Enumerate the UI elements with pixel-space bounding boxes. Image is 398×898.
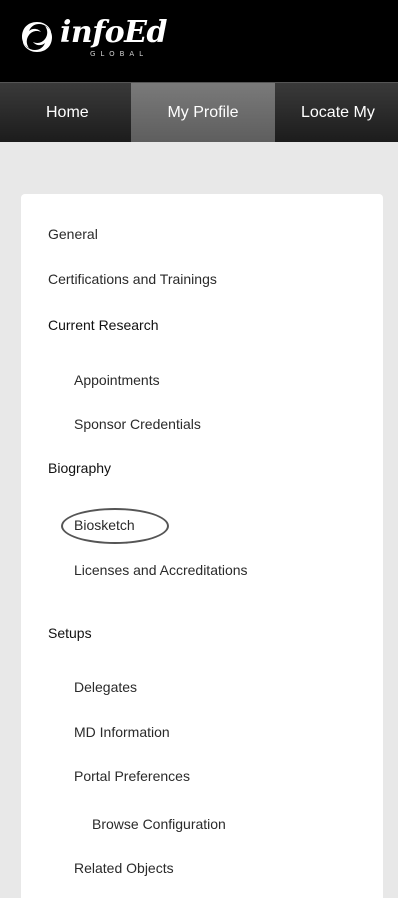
menu-md-information[interactable]: MD Information	[74, 723, 170, 741]
menu-appointments[interactable]: Appointments	[74, 371, 160, 389]
menu-portal-preferences[interactable]: Portal Preferences	[74, 767, 190, 785]
nav-home[interactable]: Home	[46, 83, 89, 142]
menu-licenses-and-accreditations[interactable]: Licenses and Accreditations	[74, 561, 248, 579]
menu-delegates[interactable]: Delegates	[74, 678, 137, 696]
menu-current-research[interactable]: Current Research	[48, 316, 159, 334]
app-header: infoEd GLOBAL	[0, 0, 398, 82]
nav-locate-my[interactable]: Locate My	[301, 83, 375, 142]
menu-sponsor-credentials[interactable]: Sponsor Credentials	[74, 415, 201, 433]
logo-wordmark: infoEd GLOBAL	[60, 15, 167, 59]
profile-menu-panel	[21, 194, 383, 898]
nav-my-profile[interactable]: My Profile	[131, 83, 275, 142]
logo-sub: GLOBAL	[90, 50, 149, 58]
menu-setups[interactable]: Setups	[48, 624, 92, 642]
menu-general[interactable]: General	[48, 225, 98, 243]
infoed-logo[interactable]: infoEd GLOBAL	[18, 18, 167, 64]
menu-biosketch[interactable]: Biosketch	[74, 516, 135, 534]
menu-certifications-and-trainings[interactable]: Certifications and Trainings	[48, 270, 217, 288]
menu-biography[interactable]: Biography	[48, 459, 111, 477]
infoed-swirl-icon	[22, 22, 52, 52]
main-nav: Home My Profile Locate My	[0, 82, 398, 142]
menu-related-objects[interactable]: Related Objects	[74, 859, 174, 877]
menu-browse-configuration[interactable]: Browse Configuration	[92, 815, 226, 833]
logo-word: infoEd	[60, 15, 167, 50]
